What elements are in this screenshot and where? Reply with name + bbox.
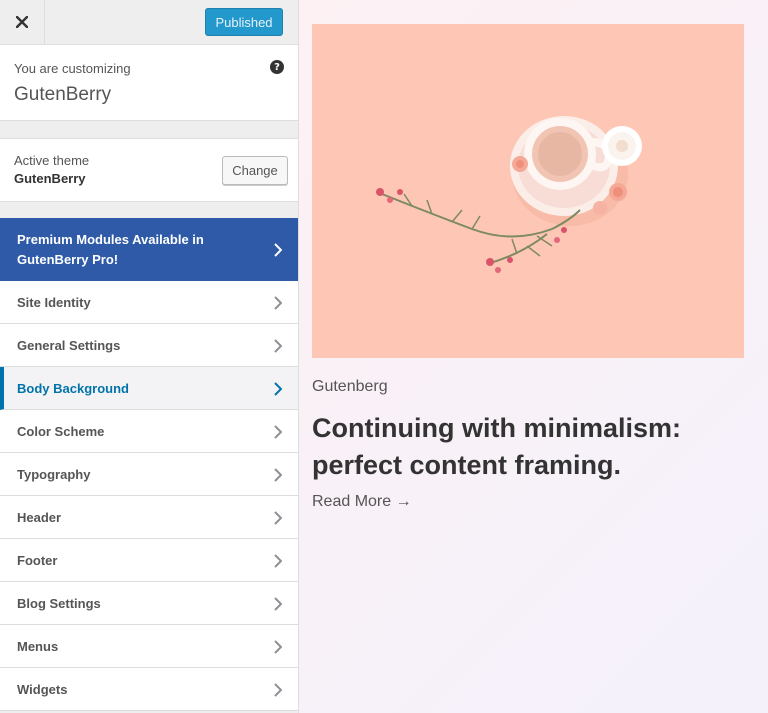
- premium-modules-label: Premium Modules Available in GutenBerry …: [17, 232, 204, 267]
- customizing-label: You are customizing: [14, 61, 131, 76]
- chevron-right-icon: [274, 468, 282, 482]
- change-theme-button[interactable]: Change: [222, 156, 288, 185]
- customizer-sections-list: Site Identity General Settings Body Back…: [0, 281, 298, 711]
- featured-image[interactable]: [312, 24, 744, 358]
- help-icon[interactable]: ?: [270, 60, 284, 74]
- customizer-sidebar: Published You are customizing GutenBerry…: [0, 0, 299, 713]
- chevron-right-icon: [274, 382, 282, 396]
- chevron-right-icon: [274, 296, 282, 310]
- section-site-identity[interactable]: Site Identity: [0, 281, 298, 324]
- chevron-right-icon: [274, 243, 282, 257]
- active-theme-panel: Active theme GutenBerry Change: [0, 138, 298, 202]
- section-label: Header: [17, 509, 62, 525]
- site-title: GutenBerry: [14, 84, 112, 105]
- read-more-link[interactable]: Read More →: [312, 493, 412, 511]
- chevron-right-icon: [274, 683, 282, 697]
- section-footer[interactable]: Footer: [0, 539, 298, 582]
- section-widgets[interactable]: Widgets: [0, 668, 298, 711]
- chevron-right-icon: [274, 640, 282, 654]
- section-label: Blog Settings: [17, 595, 101, 611]
- chevron-right-icon: [274, 597, 282, 611]
- section-general-settings[interactable]: General Settings: [0, 324, 298, 367]
- chevron-right-icon: [274, 339, 282, 353]
- section-label: Footer: [17, 552, 58, 568]
- close-icon: [16, 16, 28, 28]
- section-label: Typography: [17, 466, 91, 482]
- customizer-header: Published: [0, 0, 298, 45]
- close-customizer-button[interactable]: [0, 0, 45, 44]
- post-title-link[interactable]: Continuing with minimalism: perfect cont…: [312, 410, 752, 484]
- section-label: Menus: [17, 638, 59, 654]
- post-category-link[interactable]: Gutenberg: [312, 378, 388, 396]
- section-body-background[interactable]: Body Background: [0, 367, 298, 410]
- section-header[interactable]: Header: [0, 496, 298, 539]
- chevron-right-icon: [274, 425, 282, 439]
- customize-info-panel: You are customizing GutenBerry ?: [0, 45, 298, 121]
- section-label: Widgets: [17, 681, 68, 697]
- section-blog-settings[interactable]: Blog Settings: [0, 582, 298, 625]
- chevron-right-icon: [274, 554, 282, 568]
- section-label: Body Background: [17, 380, 129, 396]
- section-label: Color Scheme: [17, 423, 105, 439]
- section-color-scheme[interactable]: Color Scheme: [0, 410, 298, 453]
- coffee-cup-flowers-illustration: [312, 24, 744, 358]
- premium-modules-section[interactable]: Premium Modules Available in GutenBerry …: [0, 218, 298, 281]
- section-label: Site Identity: [17, 294, 91, 310]
- section-menus[interactable]: Menus: [0, 625, 298, 668]
- publish-button[interactable]: Published: [205, 8, 283, 36]
- site-preview: Gutenberg Continuing with minimalism: pe…: [299, 0, 768, 713]
- section-label: General Settings: [17, 337, 121, 353]
- chevron-right-icon: [274, 511, 282, 525]
- section-typography[interactable]: Typography: [0, 453, 298, 496]
